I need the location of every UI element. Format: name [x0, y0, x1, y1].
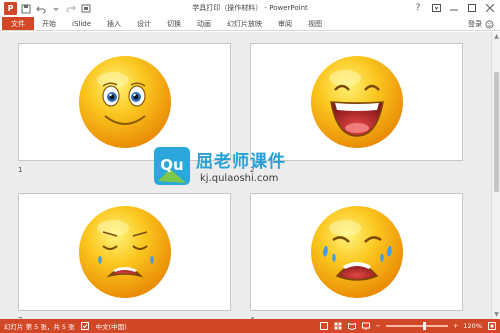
slide-number-1: 1	[18, 166, 23, 174]
spellcheck-icon[interactable]	[81, 322, 90, 331]
watermark-logo-icon: Qu	[154, 147, 190, 185]
sad-face-image	[78, 206, 171, 298]
tab-design[interactable]: 设计	[129, 17, 159, 30]
zoom-in-button[interactable]: +	[453, 322, 458, 330]
svg-text:Qu: Qu	[160, 156, 183, 174]
scroll-thumb[interactable]	[494, 72, 499, 192]
tab-slideshow[interactable]: 幻灯片放映	[219, 17, 270, 30]
watermark-url: kj.qulaoshi.com	[200, 173, 279, 184]
crying-face-image	[310, 206, 403, 298]
scroll-down-icon[interactable]: ▼	[492, 310, 500, 319]
tab-file[interactable]: 文件	[2, 17, 34, 30]
window-controls: ?	[410, 1, 498, 15]
tab-islide[interactable]: iSlide	[64, 17, 99, 30]
ribbon-display-icon[interactable]	[428, 1, 444, 15]
watermark-brand: 屈老师课件	[196, 152, 286, 172]
zoom-slider-thumb[interactable]	[423, 322, 427, 330]
slide-sorter-view-icon[interactable]	[334, 322, 343, 331]
slide-thumbnail-1[interactable]	[18, 43, 231, 161]
fit-to-window-icon[interactable]	[487, 322, 496, 331]
help-icon[interactable]: ?	[410, 1, 426, 15]
zoom-out-button[interactable]: −	[376, 322, 381, 330]
slideshow-view-icon[interactable]	[362, 322, 371, 331]
watermark: Qu 屈老师课件 kj.qulaoshi.com	[152, 145, 332, 191]
reading-view-icon[interactable]	[348, 322, 357, 331]
slide-count-status: 幻灯片 第 5 张，共 5 张	[4, 323, 75, 331]
close-icon[interactable]	[482, 1, 498, 15]
tab-home[interactable]: 开始	[34, 17, 64, 30]
status-bar: 幻灯片 第 5 张，共 5 张 中文(中国) − + 120%	[0, 319, 500, 333]
scroll-up-icon[interactable]: ▲	[492, 32, 500, 41]
login-area[interactable]: 登录	[468, 17, 494, 31]
slide-sorter-workspace: 1 2 3	[0, 32, 500, 319]
smiley-feedback-icon[interactable]	[485, 19, 494, 29]
tab-review[interactable]: 审阅	[270, 17, 300, 30]
zoom-slider[interactable]	[385, 322, 448, 330]
tab-animations[interactable]: 动画	[189, 17, 219, 30]
tab-view[interactable]: 视图	[300, 17, 330, 30]
restore-icon[interactable]	[464, 1, 480, 15]
vertical-scrollbar[interactable]: ▲ ▼	[491, 32, 500, 319]
tab-insert[interactable]: 插入	[99, 17, 129, 30]
login-link[interactable]: 登录	[468, 19, 482, 29]
minimize-icon[interactable]	[446, 1, 462, 15]
title-bar: P 学具打印（操作材料） - PowerPoint ?	[0, 0, 500, 18]
laughing-face-image	[310, 56, 403, 148]
slide-thumbnail-2[interactable]	[250, 43, 463, 161]
smiling-face-image	[78, 56, 171, 148]
ribbon-tabs: 文件 开始 iSlide 插入 设计 切换 动画 幻灯片放映 审阅 视图 登录	[0, 17, 500, 31]
slide-thumbnail-4[interactable]	[250, 193, 463, 311]
normal-view-icon[interactable]	[320, 322, 329, 331]
zoom-level[interactable]: 120%	[463, 322, 482, 330]
slide-thumbnail-3[interactable]	[18, 193, 231, 311]
language-status[interactable]: 中文(中国)	[96, 321, 127, 331]
tab-transitions[interactable]: 切换	[159, 17, 189, 30]
